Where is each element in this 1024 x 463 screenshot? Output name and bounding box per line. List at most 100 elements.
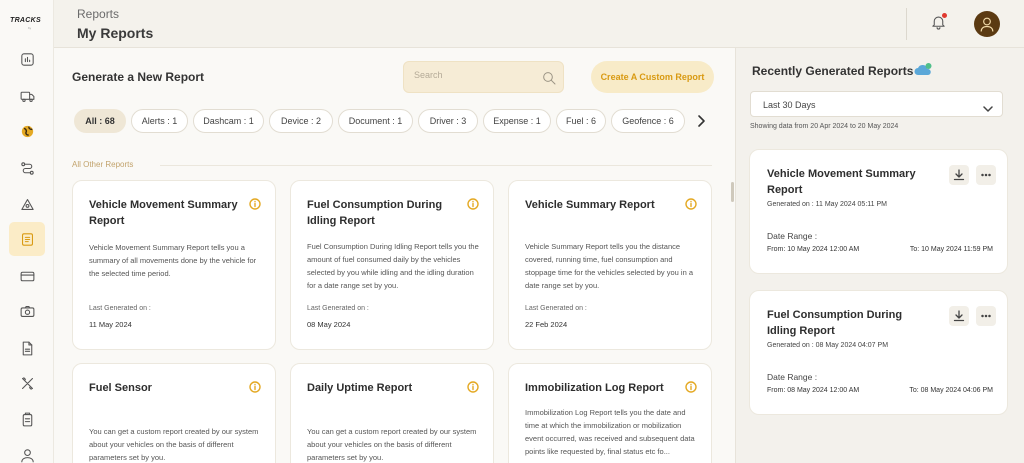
recent-report-title: Fuel Consumption During Idling Report	[767, 309, 903, 337]
last-generated-date: 22 Feb 2024	[525, 320, 568, 329]
date-range-from: From: 10 May 2024 12:00 AM	[767, 246, 860, 253]
recent-report-title: Vehicle Movement Summary Report	[767, 168, 916, 196]
download-button[interactable]	[949, 165, 969, 185]
last-generated-date: 08 May 2024	[307, 320, 351, 329]
sidebar-item-documents[interactable]	[15, 336, 39, 360]
report-card[interactable]: Fuel Sensor You can get a custom report …	[72, 363, 276, 463]
sidebar: TRACKS by	[0, 0, 54, 463]
sidebar-item-clipboard[interactable]	[15, 407, 39, 431]
card-icon	[20, 271, 34, 281]
date-range-to: To: 08 May 2024 04:06 PM	[909, 387, 993, 394]
info-icon[interactable]	[685, 380, 697, 393]
geofence-icon	[20, 198, 34, 210]
sidebar-item-users[interactable]	[15, 443, 39, 463]
info-icon[interactable]	[249, 380, 261, 393]
sidebar-item-expenses[interactable]	[15, 264, 39, 288]
top-header: Reports My Reports	[54, 0, 1024, 48]
logo-subtext: by	[28, 26, 32, 30]
filter-chip-driver[interactable]: Driver : 3	[418, 109, 478, 133]
filter-chip-expense[interactable]: Expense : 1	[483, 109, 551, 133]
chips-scroll-right-button[interactable]	[695, 114, 709, 128]
clipboard-icon	[22, 412, 32, 426]
sidebar-item-analytics[interactable]	[15, 47, 39, 71]
filter-chips: All : 68 Alerts : 1 Dashcam : 1 Device :…	[74, 109, 694, 133]
breadcrumb[interactable]: Reports	[77, 7, 119, 21]
sidebar-item-reports[interactable]	[9, 222, 45, 256]
app-logo[interactable]: TRACKS by	[10, 17, 44, 33]
sidebar-item-vehicles[interactable]	[15, 84, 39, 108]
sidebar-item-map[interactable]	[15, 119, 39, 143]
cloud-sync-icon	[913, 62, 933, 78]
chevron-down-icon	[983, 100, 993, 112]
filter-chip-dashcam[interactable]: Dashcam : 1	[193, 109, 264, 133]
filter-chip-alerts[interactable]: Alerts : 1	[131, 109, 188, 133]
route-icon	[20, 161, 34, 175]
last-generated-label: Last Generated on :	[525, 305, 587, 312]
date-range-from: From: 08 May 2024 12:00 AM	[767, 387, 860, 394]
scrollbar-thumb[interactable]	[731, 182, 734, 202]
report-card-title: Fuel Sensor	[89, 382, 152, 394]
last-generated-date: 11 May 2024	[89, 320, 132, 329]
report-icon	[21, 232, 33, 246]
last-generated-label: Last Generated on :	[89, 305, 151, 312]
recent-report-card[interactable]: Fuel Consumption During Idling Report Ge…	[749, 290, 1008, 415]
generated-on: Generated on : 11 May 2024 05:11 PM	[767, 201, 887, 208]
download-button[interactable]	[949, 306, 969, 326]
report-card[interactable]: Fuel Consumption During Idling Report Fu…	[290, 180, 494, 350]
report-card-description: Vehicle Movement Summary Report tells yo…	[89, 243, 257, 278]
info-icon[interactable]	[467, 197, 479, 210]
report-card[interactable]: Daily Uptime Report You can get a custom…	[290, 363, 494, 463]
sidebar-item-dashcam[interactable]	[15, 299, 39, 323]
filter-chip-geofence[interactable]: Geofence : 6	[611, 109, 685, 133]
report-card-title: Daily Uptime Report	[307, 382, 413, 394]
search-box[interactable]	[403, 61, 564, 93]
section-divider	[160, 165, 712, 166]
tools-icon	[21, 376, 33, 390]
info-icon[interactable]	[249, 197, 261, 210]
camera-icon	[20, 305, 34, 317]
filter-chip-fuel[interactable]: Fuel : 6	[556, 109, 606, 133]
date-range-label: Date Range :	[767, 231, 818, 241]
avatar[interactable]	[974, 11, 1000, 37]
search-icon[interactable]	[541, 70, 557, 86]
recent-report-card[interactable]: Vehicle Movement Summary Report Generate…	[749, 149, 1008, 274]
globe-icon	[21, 125, 33, 137]
truck-icon	[20, 91, 34, 102]
logo-text: TRACKS	[10, 17, 41, 24]
more-options-button[interactable]	[976, 165, 996, 185]
more-icon	[981, 173, 991, 177]
info-icon[interactable]	[685, 197, 697, 210]
search-input[interactable]	[414, 70, 534, 80]
report-card-title: Immobilization Log Report	[525, 382, 664, 394]
date-range-note: Showing data from 20 Apr 2024 to 20 May …	[750, 123, 899, 130]
generated-on: Generated on : 08 May 2024 04:07 PM	[767, 342, 889, 349]
date-range-select[interactable]: Last 30 Days	[750, 91, 1003, 117]
date-range-label: Date Range :	[767, 372, 818, 382]
create-custom-report-button[interactable]: Create A Custom Report	[591, 61, 714, 93]
info-icon[interactable]	[467, 380, 479, 393]
report-card[interactable]: Immobilization Log Report Immobilization…	[508, 363, 712, 463]
report-card-description: Vehicle Summary Report tells you the dis…	[525, 242, 694, 290]
sidebar-item-routes[interactable]	[15, 156, 39, 180]
report-card[interactable]: Vehicle Summary Report Vehicle Summary R…	[508, 180, 712, 350]
last-generated-label: Last Generated on :	[307, 305, 369, 312]
filter-chip-all[interactable]: All : 68	[74, 109, 126, 133]
filter-chip-document[interactable]: Document : 1	[338, 109, 413, 133]
chevron-right-icon	[698, 115, 705, 127]
more-icon	[981, 314, 991, 318]
user-avatar-icon	[980, 17, 994, 32]
sidebar-item-geofence[interactable]	[15, 192, 39, 216]
section-label: All Other Reports	[72, 160, 134, 169]
download-icon	[953, 169, 965, 181]
generate-report-title: Generate a New Report	[72, 70, 205, 84]
report-card-description: You can get a custom report created by o…	[89, 427, 259, 462]
filter-chip-device[interactable]: Device : 2	[269, 109, 333, 133]
main-panel: Generate a New Report Create A Custom Re…	[54, 48, 735, 463]
notifications-button[interactable]	[930, 13, 948, 33]
more-options-button[interactable]	[976, 306, 996, 326]
sidebar-item-tools[interactable]	[15, 371, 39, 395]
page-title: My Reports	[77, 25, 154, 41]
notification-dot	[942, 13, 947, 18]
report-card-description: Immobilization Log Report tells you the …	[525, 408, 695, 456]
report-card[interactable]: Vehicle Movement Summary Report Vehicle …	[72, 180, 276, 350]
